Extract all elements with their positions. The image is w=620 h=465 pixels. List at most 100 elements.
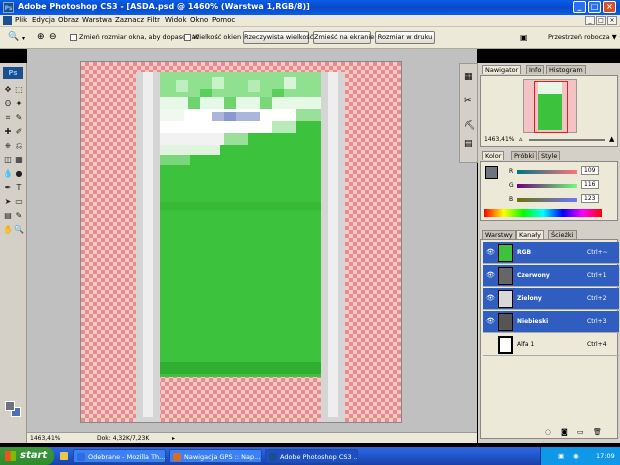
foreground-color-swatch[interactable] bbox=[5, 401, 15, 411]
new-channel-icon[interactable]: ▭ bbox=[577, 428, 584, 436]
print-size-button[interactable]: Rozmiar w druku bbox=[375, 31, 435, 44]
lasso-icon[interactable]: ʘ bbox=[3, 99, 13, 109]
red-slider[interactable] bbox=[517, 170, 577, 174]
zoom-icon[interactable]: 🔍 bbox=[14, 225, 24, 235]
menu-okno[interactable]: Okno bbox=[190, 16, 208, 24]
menu-obraz[interactable]: Obraz bbox=[58, 16, 79, 24]
taskbar-item-thunderbird[interactable]: Odebrane - Mozilla Th... bbox=[73, 449, 166, 463]
menu-pomoc[interactable]: Pomoc bbox=[212, 16, 235, 24]
close-button[interactable]: × bbox=[603, 1, 616, 13]
stamp-icon[interactable]: ⎈ bbox=[3, 141, 13, 151]
load-selection-icon[interactable]: ◌ bbox=[545, 428, 551, 436]
healing-icon[interactable]: ✚ bbox=[3, 127, 13, 137]
zoom-all-windows-checkbox[interactable] bbox=[184, 34, 191, 41]
menu-edycja[interactable]: Edycja bbox=[32, 16, 55, 24]
workspace-icon[interactable]: ▣ bbox=[520, 33, 528, 42]
pen-icon[interactable]: ✒ bbox=[3, 183, 13, 193]
menu-zaznacz[interactable]: Zaznacz bbox=[115, 16, 144, 24]
tab-color[interactable]: Kolor bbox=[482, 151, 505, 160]
color-spectrum-ramp[interactable] bbox=[484, 209, 602, 217]
visibility-eye-icon[interactable]: 👁 bbox=[486, 271, 495, 279]
notes-icon[interactable]: ▤ bbox=[3, 211, 13, 221]
channel-row-green[interactable]: 👁 Zielony Ctrl+2 bbox=[483, 288, 619, 310]
navigator-zoom-out-icon[interactable]: ▵ bbox=[519, 135, 523, 143]
status-arrow-icon[interactable]: ▸ bbox=[172, 435, 175, 442]
menu-filtr[interactable]: Filtr bbox=[147, 16, 160, 24]
tab-channels[interactable]: Kanały bbox=[516, 230, 544, 239]
tab-styles[interactable]: Style bbox=[538, 151, 561, 160]
blue-value[interactable]: 123 bbox=[581, 194, 599, 203]
tab-histogram[interactable]: Histogram bbox=[546, 65, 586, 74]
brush-icon[interactable]: ✐ bbox=[14, 127, 24, 137]
dodge-icon[interactable]: ● bbox=[14, 169, 24, 179]
delete-channel-icon[interactable]: 🗑 bbox=[593, 428, 602, 436]
magic-wand-icon[interactable]: ✦ bbox=[14, 99, 24, 109]
tool-preset-dropdown-icon[interactable]: ▾ bbox=[22, 35, 25, 42]
navigator-zoom-in-icon[interactable]: ▲ bbox=[609, 135, 614, 143]
doc-minimize-button[interactable]: _ bbox=[585, 16, 595, 25]
visibility-eye-icon[interactable]: 👁 bbox=[486, 317, 495, 325]
zoom-in-icon[interactable]: ⊕ bbox=[37, 32, 45, 42]
panel-tool-presets-icon[interactable]: ✂ bbox=[464, 96, 472, 106]
blur-icon[interactable]: 💧 bbox=[3, 169, 13, 179]
hand-icon[interactable]: ✋ bbox=[3, 225, 13, 235]
actual-pixels-button[interactable]: Rzeczywista wielkość bbox=[243, 31, 313, 44]
channel-row-alpha[interactable]: 👁 Alfa 1 Ctrl+4 bbox=[483, 334, 619, 356]
taskbar-item-firefox[interactable]: Nawigacja GPS :: Nap... bbox=[169, 449, 262, 463]
workspace-menu[interactable]: Przestrzeń robocza ▼ bbox=[548, 33, 617, 41]
crop-icon[interactable]: ⌗ bbox=[3, 113, 13, 123]
menu-warstwa[interactable]: Warstwa bbox=[82, 16, 112, 24]
type-icon[interactable]: T bbox=[14, 183, 24, 193]
green-slider[interactable] bbox=[517, 184, 577, 188]
save-selection-icon[interactable]: ◙ bbox=[561, 428, 568, 436]
panel-actions-icon[interactable]: ⛏ bbox=[464, 121, 475, 131]
navigator-zoom-slider[interactable] bbox=[529, 139, 605, 141]
shape-icon[interactable]: ▭ bbox=[14, 197, 24, 207]
minimize-button[interactable]: _ bbox=[573, 1, 586, 13]
tab-swatches[interactable]: Próbki bbox=[511, 151, 538, 160]
doc-restore-button[interactable]: □ bbox=[596, 16, 606, 25]
menu-widok[interactable]: Widok bbox=[165, 16, 187, 24]
panel-brushes-icon[interactable]: ▦ bbox=[464, 72, 473, 82]
move-icon[interactable]: ✥ bbox=[3, 85, 13, 95]
doc-close-button[interactable]: × bbox=[607, 16, 617, 25]
maximize-button[interactable]: □ bbox=[588, 1, 601, 13]
eyedropper-icon[interactable]: ✎ bbox=[14, 113, 24, 123]
foreground-color-swatch[interactable] bbox=[485, 166, 498, 179]
eyedropper2-icon[interactable]: ✎ bbox=[14, 211, 24, 221]
channel-row-blue[interactable]: 👁 Niebieski Ctrl+3 bbox=[483, 311, 619, 333]
taskbar-item-photoshop[interactable]: Adobe Photoshop CS3 ... bbox=[265, 449, 358, 463]
document-canvas[interactable] bbox=[80, 61, 402, 423]
quicklaunch-icon[interactable] bbox=[60, 452, 68, 460]
tray-network-icon[interactable]: ▣ bbox=[558, 447, 564, 465]
tab-navigator[interactable]: Nawigator bbox=[482, 65, 522, 74]
photoshop-menu-icon[interactable] bbox=[3, 16, 12, 25]
navigator-thumbnail[interactable] bbox=[523, 79, 577, 133]
red-value[interactable]: 109 bbox=[581, 166, 599, 175]
path-select-icon[interactable]: ➤ bbox=[3, 197, 13, 207]
visibility-eye-icon[interactable]: 👁 bbox=[486, 248, 495, 256]
tray-volume-icon[interactable]: ◉ bbox=[573, 447, 579, 465]
tab-paths[interactable]: Ścieżki bbox=[548, 230, 577, 239]
history-brush-icon[interactable]: ⎌ bbox=[14, 141, 24, 151]
marquee-icon[interactable]: ⬚ bbox=[14, 85, 24, 95]
zoom-level-field[interactable]: 1463,41% bbox=[30, 435, 61, 442]
eraser-icon[interactable]: ◫ bbox=[3, 155, 13, 165]
channel-row-red[interactable]: 👁 Czerwony Ctrl+1 bbox=[483, 265, 619, 287]
visibility-eye-icon[interactable]: 👁 bbox=[486, 340, 495, 348]
channel-row-rgb[interactable]: 👁 RGB Ctrl+~ bbox=[483, 242, 619, 264]
menu-plik[interactable]: Plik bbox=[15, 16, 27, 24]
panel-layer-comps-icon[interactable]: ▤ bbox=[464, 139, 473, 149]
tab-layers[interactable]: Warstwy bbox=[482, 230, 516, 239]
resize-windows-checkbox[interactable] bbox=[70, 34, 77, 41]
tab-info[interactable]: Info bbox=[526, 65, 545, 74]
visibility-eye-icon[interactable]: 👁 bbox=[486, 294, 495, 302]
zoom-out-icon[interactable]: ⊖ bbox=[49, 32, 57, 42]
fit-screen-button[interactable]: Zmieść na ekranie bbox=[313, 31, 374, 44]
green-value[interactable]: 116 bbox=[581, 180, 599, 189]
navigator-zoom-value[interactable]: 1463,41% bbox=[484, 136, 515, 143]
start-button[interactable]: start bbox=[0, 447, 54, 465]
gradient-icon[interactable]: ▦ bbox=[14, 155, 24, 165]
zoom-tool-icon[interactable]: 🔍 bbox=[8, 32, 19, 42]
blue-slider[interactable] bbox=[517, 198, 577, 202]
